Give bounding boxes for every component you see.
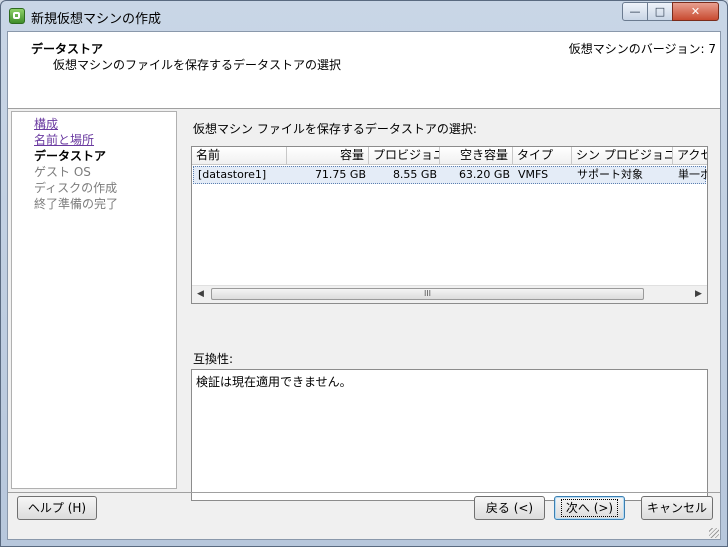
cell-capacity: 71.75 GB [314, 168, 366, 181]
scroll-left-icon[interactable]: ◀ [192, 286, 209, 303]
cell-free-space: 63.20 GB [458, 168, 510, 181]
page-title: データストア [31, 42, 104, 56]
scroll-right-icon[interactable]: ▶ [690, 286, 707, 303]
compatibility-textbox: 検証は現在適用できません。 [191, 369, 708, 501]
maximize-button[interactable]: □ [647, 2, 673, 21]
page-subtitle: 仮想マシンのファイルを保存するデータストアの選択 [53, 58, 342, 72]
column-header-capacity[interactable]: 容量 [287, 147, 369, 165]
cell-name: [datastore1] [198, 168, 267, 181]
column-header-type[interactable]: タイプ [513, 147, 572, 165]
next-button-label: 次へ (>) [560, 499, 619, 517]
minimize-button[interactable]: — [622, 2, 648, 21]
help-button[interactable]: ヘルプ (H) [17, 496, 97, 520]
step-ready-to-complete: 終了準備の完了 [34, 197, 119, 211]
next-button[interactable]: 次へ (>) [554, 496, 625, 520]
title-bar[interactable]: 新規仮想マシンの作成 — □ ✕ [1, 1, 727, 31]
step-create-disk: ディスクの作成 [34, 181, 118, 195]
wizard-header: データストア 仮想マシンのファイルを保存するデータストアの選択 仮想マシンのバー… [8, 32, 720, 109]
step-datastore-current: データストア [34, 149, 107, 163]
column-header-thin-provisioning[interactable]: シン プロビジョニ… [572, 147, 673, 165]
window-title: 新規仮想マシンの作成 [31, 12, 162, 27]
wizard-steps-panel: 構成 名前と場所 データストア ゲスト OS ディスクの作成 終了準備の完了 [11, 111, 177, 489]
column-header-provisioned[interactable]: プロビジョニ… [369, 147, 440, 165]
help-button-label: ヘルプ (H) [27, 501, 87, 515]
table-row[interactable]: [datastore1] 71.75 GB 8.55 GB 63.20 GB V… [193, 166, 707, 184]
step-guest-os: ゲスト OS [34, 165, 91, 179]
back-button[interactable]: 戻る (<) [474, 496, 545, 520]
column-header-name[interactable]: 名前 [192, 147, 287, 165]
back-button-label: 戻る (<) [485, 501, 534, 515]
datastore-select-label: 仮想マシン ファイルを保存するデータストアの選択: [193, 122, 477, 136]
wizard-window: 新規仮想マシンの作成 — □ ✕ データストア 仮想マシンのファイルを保存するデ… [0, 0, 728, 547]
compatibility-text: 検証は現在適用できません。 [196, 375, 352, 389]
compatibility-label: 互換性: [193, 352, 234, 366]
cell-provisioned: 8.55 GB [392, 168, 437, 181]
step-config-link[interactable]: 構成 [34, 115, 58, 132]
resize-grip-icon[interactable] [709, 528, 719, 538]
footer-divider [8, 492, 720, 493]
column-header-free-space[interactable]: 空き容量 [440, 147, 513, 165]
vm-version-label: 仮想マシンのバージョン: 7 [568, 42, 716, 56]
step-name-location-link[interactable]: 名前と場所 [34, 131, 94, 148]
vsphere-icon [9, 8, 25, 24]
datastore-list[interactable]: 名前 容量 プロビジョニ… 空き容量 タイプ シン プロビジョニ… アクセ [d… [191, 146, 708, 304]
close-button[interactable]: ✕ [672, 2, 719, 21]
cell-access: 単一ホ [678, 168, 707, 181]
column-header-access[interactable]: アクセ [673, 147, 707, 165]
cancel-button-label: キャンセル [646, 501, 707, 515]
horizontal-scrollbar[interactable]: ◀ III ▶ [192, 285, 707, 303]
datastore-main-panel: 仮想マシン ファイルを保存するデータストアの選択: 名前 容量 プロビジョニ… … [180, 111, 720, 501]
wizard-client-area: データストア 仮想マシンのファイルを保存するデータストアの選択 仮想マシンのバー… [7, 31, 721, 540]
cancel-button[interactable]: キャンセル [641, 496, 713, 520]
scroll-thumb[interactable]: III [211, 288, 644, 300]
cell-type: VMFS [518, 168, 549, 181]
cell-thin-provisioning: サポート対象 [577, 168, 643, 181]
